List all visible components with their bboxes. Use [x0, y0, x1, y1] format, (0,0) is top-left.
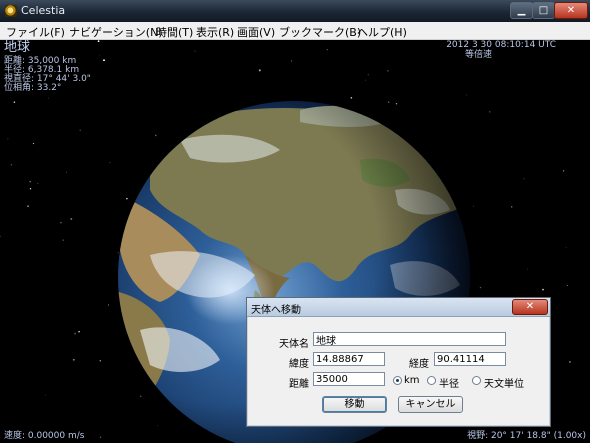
object-name-input[interactable]	[313, 332, 506, 346]
hud-time-rate: 等倍速	[465, 50, 493, 60]
celestia-app-icon	[5, 5, 17, 17]
menu-bar: ファイル(F) ナビゲーション(N) 時間(T) 表示(R) 画面(V) ブック…	[0, 22, 590, 40]
dialog-title: 天体へ移動	[251, 305, 301, 316]
menu-file[interactable]: ファイル(F)	[6, 24, 65, 40]
distance-input[interactable]	[313, 372, 385, 386]
longitude-input[interactable]	[434, 352, 506, 366]
unit-au-radio[interactable]	[472, 376, 481, 385]
latitude-input[interactable]	[313, 352, 385, 366]
menu-view[interactable]: 画面(V)	[237, 24, 275, 40]
unit-radius-radio[interactable]	[427, 376, 436, 385]
maximize-button[interactable]: □	[532, 2, 555, 19]
dialog-close-button[interactable]: ✕	[512, 299, 548, 315]
goto-object-dialog: 天体へ移動 ✕ 天体名 緯度 経度 距離 km 半径 天文単位 移動 キャンセル	[246, 297, 551, 427]
menu-help[interactable]: ヘルプ(H)	[357, 24, 407, 40]
dialog-titlebar[interactable]: 天体へ移動 ✕	[247, 298, 550, 317]
menu-bookmarks[interactable]: ブックマーク(B)	[279, 24, 361, 40]
hud-datetime: 2012 3 30 08:10:14 UTC	[446, 40, 556, 50]
object-name-label: 天体名	[279, 339, 309, 350]
window-titlebar[interactable]: Celestia ▁ □ ✕	[0, 0, 590, 22]
unit-km-radio[interactable]	[393, 376, 402, 385]
unit-au-label: 天文単位	[484, 379, 524, 390]
go-button[interactable]: 移動	[322, 396, 387, 413]
minimize-button[interactable]: ▁	[510, 2, 533, 19]
menu-render[interactable]: 表示(R)	[196, 24, 234, 40]
close-button[interactable]: ✕	[554, 2, 588, 19]
cancel-button[interactable]: キャンセル	[398, 396, 463, 413]
unit-radius-label: 半径	[439, 379, 459, 390]
hud-field-of-view: 視野: 20° 17' 18.8" (1.00x)	[467, 431, 586, 441]
menu-navigation[interactable]: ナビゲーション(N)	[69, 24, 163, 40]
hud-speed: 速度: 0.00000 m/s	[4, 431, 85, 441]
hud-phase-angle: 位相角: 33.2°	[4, 83, 62, 93]
hud-object-name: 地球	[4, 40, 31, 55]
unit-km-label: km	[404, 375, 420, 386]
window-title: Celestia	[21, 4, 66, 17]
distance-label: 距離	[289, 379, 309, 390]
latitude-label: 緯度	[289, 359, 309, 370]
longitude-label: 経度	[409, 359, 429, 370]
menu-time[interactable]: 時間(T)	[156, 24, 193, 40]
